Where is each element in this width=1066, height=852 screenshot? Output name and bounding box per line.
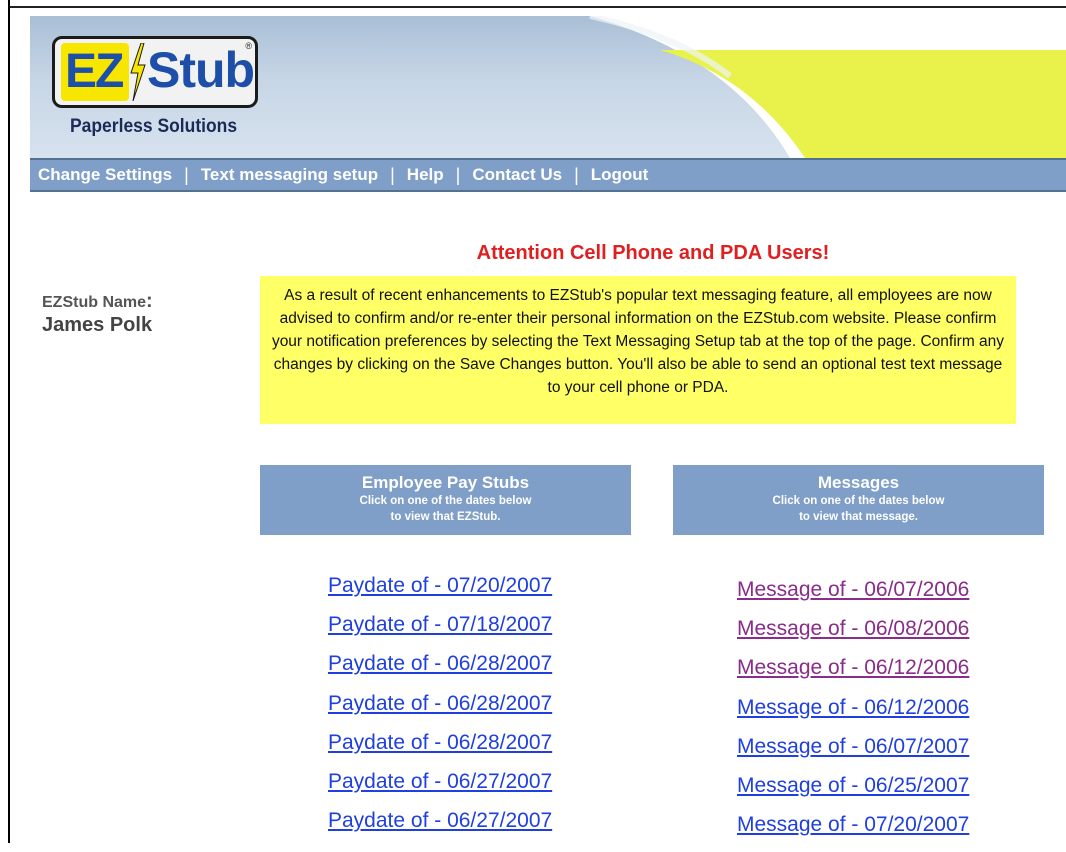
list-item: Paydate of - 06/28/2007 [328, 692, 552, 731]
list-item: Message of - 06/12/2006 [737, 696, 969, 735]
paydate-link[interactable]: Paydate of - 06/27/2007 [328, 770, 552, 793]
user-name-label-text: EZStub Name [42, 294, 147, 311]
pay-stubs-title: Employee Pay Stubs [361, 473, 530, 492]
paydate-link[interactable]: Paydate of - 06/28/2007 [328, 731, 552, 754]
notice-box: As a result of recent enhancements to EZ… [260, 276, 1016, 424]
messages-subtitle-1: Click on one of the dates below [772, 495, 945, 507]
nav-separator: | [455, 164, 461, 185]
list-item: Paydate of - 06/28/2007 [328, 731, 552, 770]
pay-stub-list: Paydate of - 07/20/2007 Paydate of - 07/… [328, 574, 552, 848]
message-link[interactable]: Message of - 06/12/2006 [737, 696, 969, 719]
message-link-visited[interactable]: Message of - 06/08/2006 [737, 617, 969, 640]
paydate-link[interactable]: Paydate of - 06/28/2007 [328, 652, 552, 675]
messages-subtitle-2: to view that message. [799, 511, 918, 523]
window-left-border [0, 0, 10, 843]
paydate-link[interactable]: Paydate of - 07/18/2007 [328, 613, 552, 636]
notice-title: Attention Cell Phone and PDA Users! [476, 242, 830, 264]
list-item: Message of - 06/07/2006 [737, 578, 969, 617]
message-link-visited[interactable]: Message of - 06/12/2006 [737, 656, 969, 679]
list-item: Message of - 07/20/2007 [737, 813, 969, 852]
list-item: Message of - 06/12/2006 [737, 656, 969, 695]
message-link[interactable]: Message of - 07/20/2007 [737, 813, 969, 836]
nav-separator: | [184, 164, 189, 185]
registered-mark: ® [245, 41, 252, 51]
brand-tagline: Paperless Solutions [70, 116, 238, 137]
list-item: Paydate of - 06/27/2007 [328, 809, 552, 848]
list-item: Paydate of - 07/20/2007 [328, 574, 552, 613]
list-item: Paydate of - 06/27/2007 [328, 770, 552, 809]
paydate-link[interactable]: Paydate of - 06/27/2007 [328, 809, 552, 832]
paydate-link[interactable]: Paydate of - 06/28/2007 [328, 692, 552, 715]
messages-header: Messages Click on one of the dates below… [673, 465, 1044, 535]
nav-change-settings[interactable]: Change Settings [38, 165, 172, 185]
list-item: Paydate of - 07/18/2007 [328, 613, 552, 652]
message-link[interactable]: Message of - 06/25/2007 [737, 774, 969, 797]
nav-separator: | [574, 164, 579, 185]
list-item: Message of - 06/08/2006 [737, 617, 969, 656]
logo-stub-text: Stub [147, 42, 255, 98]
pay-stubs-subtitle-2: to view that EZStub. [390, 511, 501, 523]
nav-logout[interactable]: Logout [591, 165, 649, 185]
header-banner: EZ Stub ® Paperless Solutions [30, 16, 1066, 158]
user-name-value: James Polk [42, 314, 153, 336]
logo-ez-text: EZ [65, 45, 124, 98]
nav-contact-us[interactable]: Contact Us [472, 165, 562, 185]
message-link-visited[interactable]: Message of - 06/07/2006 [737, 578, 969, 601]
window-top-border [10, 6, 1066, 8]
ezstub-logo: EZ Stub ® [52, 36, 258, 108]
main-nav-bar: Change Settings | Text messaging setup |… [30, 158, 1066, 192]
logo-ez-block: EZ [61, 43, 129, 101]
user-name-label: EZStub Name: [42, 290, 153, 313]
nav-separator: | [390, 164, 395, 185]
user-name-colon: : [146, 290, 153, 312]
message-link[interactable]: Message of - 06/07/2007 [737, 735, 969, 758]
nav-help[interactable]: Help [407, 165, 444, 185]
pay-stubs-subtitle-1: Click on one of the dates below [359, 495, 532, 507]
list-item: Paydate of - 06/28/2007 [328, 652, 552, 691]
nav-text-messaging-setup[interactable]: Text messaging setup [201, 165, 378, 185]
pay-stubs-header: Employee Pay Stubs Click on one of the d… [260, 465, 631, 535]
lightning-bolt-icon [130, 43, 146, 101]
paydate-link[interactable]: Paydate of - 07/20/2007 [328, 574, 552, 597]
list-item: Message of - 06/07/2007 [737, 735, 969, 774]
message-list: Message of - 06/07/2006 Message of - 06/… [737, 578, 969, 852]
messages-title: Messages [817, 473, 900, 492]
list-item: Message of - 06/25/2007 [737, 774, 969, 813]
